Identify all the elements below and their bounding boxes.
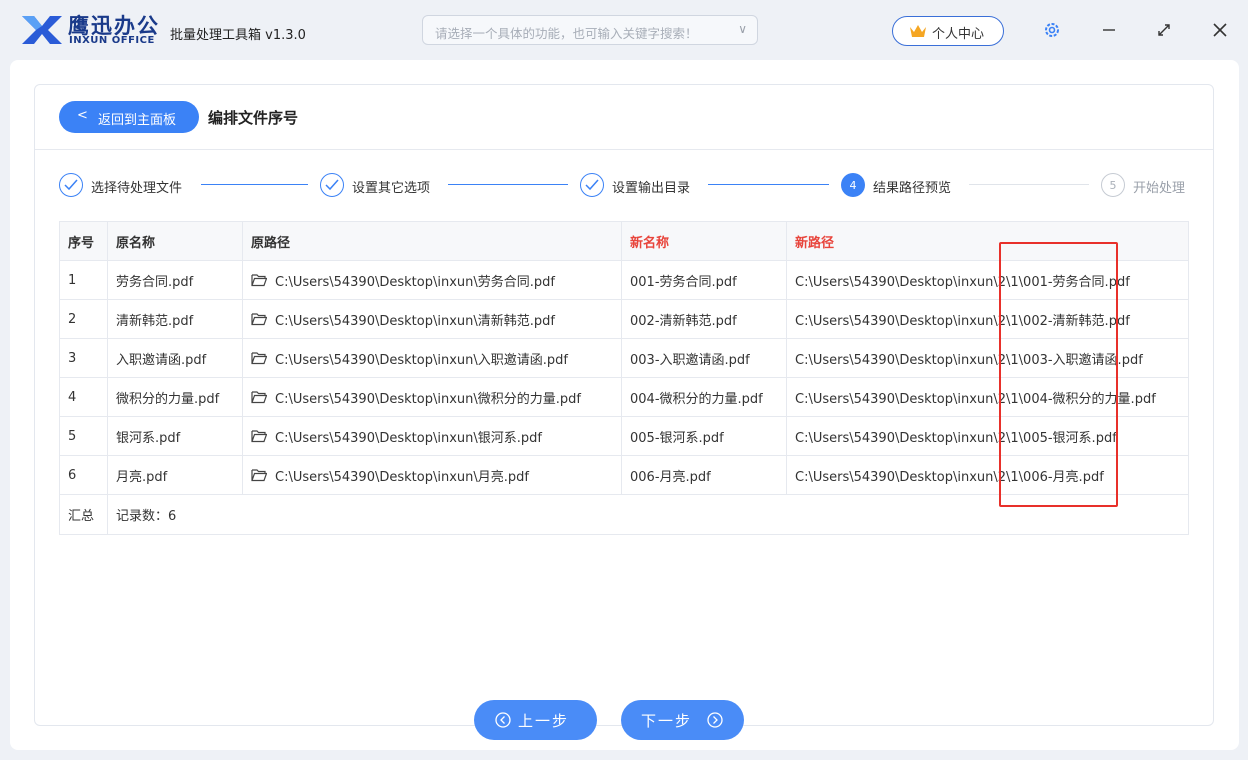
- original-name: 劳务合同.pdf: [108, 261, 243, 299]
- original-path: C:\Users\54390\Desktop\inxun\月亮.pdf: [275, 469, 529, 485]
- original-path: C:\Users\54390\Desktop\inxun\劳务合同.pdf: [275, 274, 555, 290]
- step-5-number: 5: [1101, 173, 1125, 197]
- original-path: C:\Users\54390\Desktop\inxun\清新韩范.pdf: [275, 313, 555, 329]
- title-bar: 鹰迅办公 INXUN OFFICE 批量处理工具箱 v1.3.0 请选择一个具体…: [0, 0, 1248, 60]
- row-index: 4: [60, 378, 108, 416]
- row-index: 1: [60, 261, 108, 299]
- chevron-down-icon[interactable]: ∨: [738, 22, 747, 36]
- back-to-main-button[interactable]: < 返回到主面板: [59, 101, 199, 133]
- row-index: 6: [60, 456, 108, 494]
- folder-open-icon[interactable]: [251, 429, 267, 443]
- step-5-label: 开始处理: [1133, 181, 1186, 196]
- settings-gear-icon[interactable]: [1040, 18, 1064, 42]
- function-search-input[interactable]: 请选择一个具体的功能，也可输入关键字搜索！ ∨: [422, 15, 758, 45]
- next-step-button[interactable]: 下一步: [621, 700, 744, 740]
- original-path: C:\Users\54390\Desktop\inxun\入职邀请函.pdf: [275, 352, 568, 368]
- original-name: 清新韩范.pdf: [108, 300, 243, 338]
- user-center-label: 个人中心: [932, 27, 985, 42]
- new-path: C:\Users\54390\Desktop\inxun\2\1\003-入职邀…: [795, 352, 1143, 368]
- new-path: C:\Users\54390\Desktop\inxun\2\1\001-劳务合…: [795, 274, 1130, 290]
- step-connector: [708, 184, 829, 185]
- folder-open-icon[interactable]: [251, 351, 267, 365]
- folder-open-icon[interactable]: [251, 390, 267, 404]
- step-connector: [201, 184, 308, 185]
- step-connector: [448, 184, 568, 185]
- step-connector: [969, 184, 1089, 185]
- new-path: C:\Users\54390\Desktop\inxun\2\1\006-月亮.…: [795, 469, 1104, 485]
- app-title: 批量处理工具箱 v1.3.0: [170, 28, 306, 43]
- user-center-button[interactable]: 个人中心: [892, 16, 1004, 46]
- original-path-cell: C:\Users\54390\Desktop\inxun\清新韩范.pdf: [243, 300, 622, 338]
- step-3-label: 设置输出目录: [612, 181, 691, 196]
- new-name: 006-月亮.pdf: [622, 456, 787, 494]
- folder-open-icon[interactable]: [251, 273, 267, 287]
- brand-name-en: INXUN OFFICE: [69, 35, 155, 46]
- original-path-cell: C:\Users\54390\Desktop\inxun\微积分的力量.pdf: [243, 378, 622, 416]
- header-new-name: 新名称: [622, 222, 787, 260]
- folder-open-icon[interactable]: [251, 468, 267, 482]
- back-button-label: 返回到主面板: [98, 113, 177, 128]
- header-original-path: 原路径: [243, 222, 622, 260]
- step-4-label: 结果路径预览: [873, 181, 952, 196]
- inxun-logo: [22, 16, 62, 44]
- header-new-path: 新路径: [795, 235, 835, 251]
- new-path: C:\Users\54390\Desktop\inxun\2\1\002-清新韩…: [795, 313, 1130, 329]
- maximize-icon[interactable]: [1152, 18, 1176, 42]
- new-path: C:\Users\54390\Desktop\inxun\2\1\005-银河系…: [795, 430, 1117, 446]
- original-path-cell: C:\Users\54390\Desktop\inxun\劳务合同.pdf: [243, 261, 622, 299]
- step-1-check-icon: [59, 173, 83, 197]
- circle-chevron-left-icon: [495, 712, 511, 728]
- next-step-label: 下一步: [641, 712, 693, 730]
- new-name: 005-银河系.pdf: [622, 417, 787, 455]
- step-3-check-icon: [580, 173, 604, 197]
- original-name: 微积分的力量.pdf: [108, 378, 243, 416]
- previous-step-label: 上一步: [518, 712, 570, 730]
- summary-label: 汇总: [60, 495, 108, 534]
- original-path: C:\Users\54390\Desktop\inxun\微积分的力量.pdf: [275, 391, 581, 407]
- highlight-annotation-box: [999, 242, 1118, 507]
- row-index: 5: [60, 417, 108, 455]
- new-path: C:\Users\54390\Desktop\inxun\2\1\004-微积分…: [795, 391, 1156, 407]
- step-2-label: 设置其它选项: [352, 181, 431, 196]
- search-placeholder: 请选择一个具体的功能，也可输入关键字搜索！: [435, 26, 698, 41]
- original-name: 入职邀请函.pdf: [108, 339, 243, 377]
- original-path-cell: C:\Users\54390\Desktop\inxun\月亮.pdf: [243, 456, 622, 494]
- row-index: 2: [60, 300, 108, 338]
- minimize-icon[interactable]: [1097, 18, 1121, 42]
- original-name: 银河系.pdf: [108, 417, 243, 455]
- step-4-number: 4: [841, 173, 865, 197]
- header-index: 序号: [60, 222, 108, 260]
- folder-open-icon[interactable]: [251, 312, 267, 326]
- new-name: 002-清新韩范.pdf: [622, 300, 787, 338]
- original-path-cell: C:\Users\54390\Desktop\inxun\银河系.pdf: [243, 417, 622, 455]
- row-index: 3: [60, 339, 108, 377]
- new-name: 003-入职邀请函.pdf: [622, 339, 787, 377]
- original-path: C:\Users\54390\Desktop\inxun\银河系.pdf: [275, 430, 542, 446]
- previous-step-button[interactable]: 上一步: [474, 700, 597, 740]
- chevron-left-icon: <: [77, 108, 88, 123]
- circle-chevron-right-icon: [707, 712, 723, 728]
- step-1-label: 选择待处理文件: [91, 181, 183, 196]
- step-2-check-icon: [320, 173, 344, 197]
- new-name: 004-微积分的力量.pdf: [622, 378, 787, 416]
- new-name: 001-劳务合同.pdf: [622, 261, 787, 299]
- divider: [35, 149, 1213, 150]
- header-original-name: 原名称: [108, 222, 243, 260]
- close-icon[interactable]: [1208, 18, 1232, 42]
- original-path-cell: C:\Users\54390\Desktop\inxun\入职邀请函.pdf: [243, 339, 622, 377]
- original-name: 月亮.pdf: [108, 456, 243, 494]
- page-title: 编排文件序号: [208, 109, 299, 127]
- crown-icon: [910, 25, 926, 37]
